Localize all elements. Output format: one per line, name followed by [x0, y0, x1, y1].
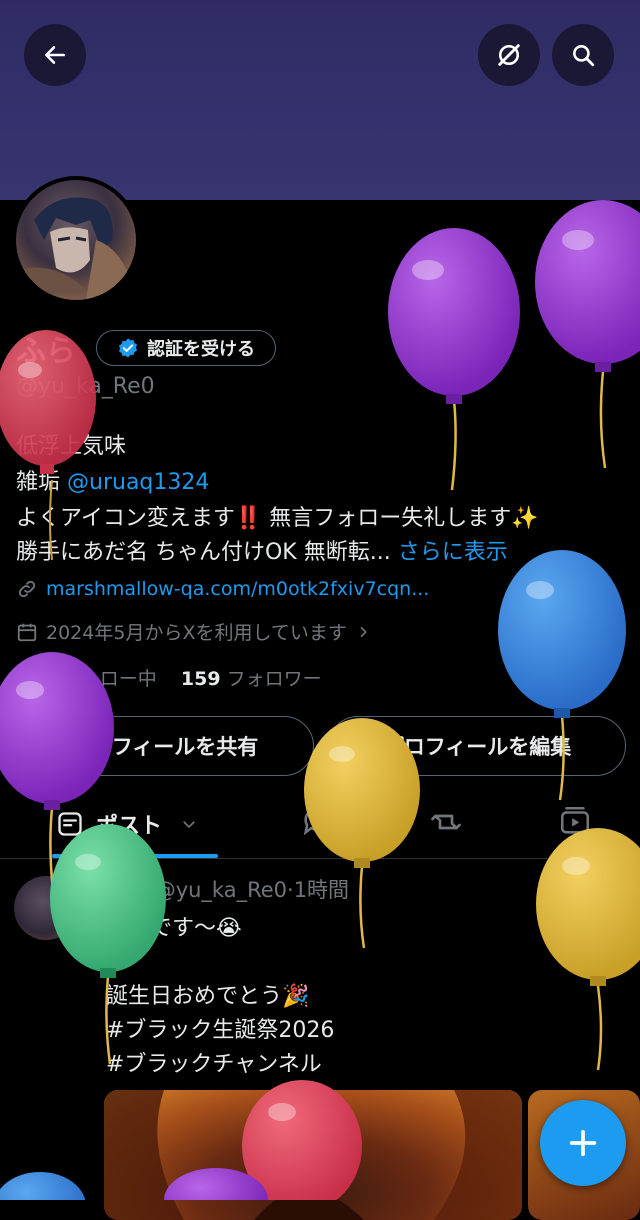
balloon-blue	[0, 1172, 86, 1200]
edit-profile-button[interactable]: プロフィールを編集	[328, 716, 626, 776]
back-arrow-icon	[45, 46, 65, 64]
chevron-down-icon	[183, 821, 195, 829]
tab-posts[interactable]: ポスト	[56, 808, 198, 840]
bio-line-3: よくアイコン変えます‼️ 無言フォロー失礼します✨	[16, 506, 539, 531]
following-link[interactable]: 254 フォロー中	[16, 668, 157, 690]
balloon-yellow	[536, 828, 640, 1071]
avatar-image	[16, 180, 136, 300]
profile-handle: @yu_ka_Re0	[16, 374, 155, 399]
bio-text: 勝手にあだ名 ちゃん付けOK 無断転...	[16, 540, 391, 565]
profile-name: ふら	[16, 334, 76, 369]
share-profile-button[interactable]: プロフィールを共有	[14, 716, 314, 776]
followers-count: 159	[180, 668, 221, 690]
reply-icon[interactable]	[300, 804, 334, 838]
balloon-purple	[535, 200, 640, 469]
tab-posts-label: ポスト	[96, 814, 163, 839]
post-hashtag-2[interactable]: #ブラックチャンネル	[106, 1046, 322, 1078]
compose-button[interactable]	[540, 1100, 626, 1186]
x-logo-icon: 𝕏	[594, 872, 616, 905]
repost-icon[interactable]	[428, 804, 464, 840]
bio-line-4: 勝手にあだ名 ちゃん付けOK 無断転... さらに表示	[16, 534, 508, 566]
website-link[interactable]: marshmallow-qa.com/m0otk2fxiv7cqn...	[46, 578, 429, 600]
mention-link[interactable]: @uruaq1324	[67, 470, 209, 495]
post-handle-time: @yu_ka_Re0·1時間	[154, 878, 350, 902]
grok-icon	[498, 44, 520, 66]
post-text-line-1: 再掲です〜😭	[106, 916, 242, 941]
media-icon[interactable]	[558, 804, 592, 838]
grok-button[interactable]	[478, 24, 540, 86]
active-tab-indicator	[52, 854, 218, 858]
plus-icon	[569, 1129, 597, 1157]
website-row: marshmallow-qa.com/m0otk2fxiv7cqn...	[16, 578, 429, 600]
balloon-purple	[388, 228, 520, 491]
joined-text: 2024年5月からXを利用しています	[46, 622, 347, 644]
posts-icon	[58, 812, 82, 836]
calendar-icon	[17, 623, 37, 641]
post-media-image[interactable]	[104, 1090, 522, 1220]
post-author-name[interactable]: ふら	[106, 878, 148, 902]
search-icon	[573, 45, 595, 67]
following-label: フォロー中	[61, 668, 157, 690]
following-count: 254	[16, 668, 56, 690]
post-avatar[interactable]	[14, 876, 78, 940]
bio-line-2: 雑垢 @uruaq1324	[16, 464, 209, 496]
search-button[interactable]	[552, 24, 614, 86]
profile-avatar[interactable]	[12, 176, 140, 304]
bio-text: 雑垢	[16, 470, 61, 495]
profile-banner	[0, 0, 640, 200]
post-header: ふら @yu_ka_Re0·1時間	[106, 874, 349, 904]
followers-label: フォロワー	[226, 668, 322, 690]
back-button[interactable]	[24, 24, 86, 86]
followers-link[interactable]: 159 フォロワー	[181, 668, 322, 690]
follow-counts: 254 フォロー中 159 フォロワー	[16, 664, 322, 691]
bio-line-1: 低浮上気味	[16, 434, 127, 459]
profile-tabs: ポスト	[0, 790, 640, 859]
show-more-link[interactable]: さらに表示	[398, 540, 508, 565]
joined-row[interactable]: 2024年5月からXを利用しています	[16, 618, 371, 645]
post-hashtag-1[interactable]: #ブラック生誕祭2026	[106, 1012, 334, 1044]
post-text-line-2: 誕生日おめでとう🎉	[106, 984, 310, 1009]
link-icon	[18, 580, 36, 598]
verified-badge-icon	[118, 338, 138, 358]
get-verified-button[interactable]: 認証を受ける	[96, 330, 276, 366]
get-verified-label: 認証を受ける	[147, 339, 255, 360]
chevron-right-icon	[360, 626, 367, 637]
